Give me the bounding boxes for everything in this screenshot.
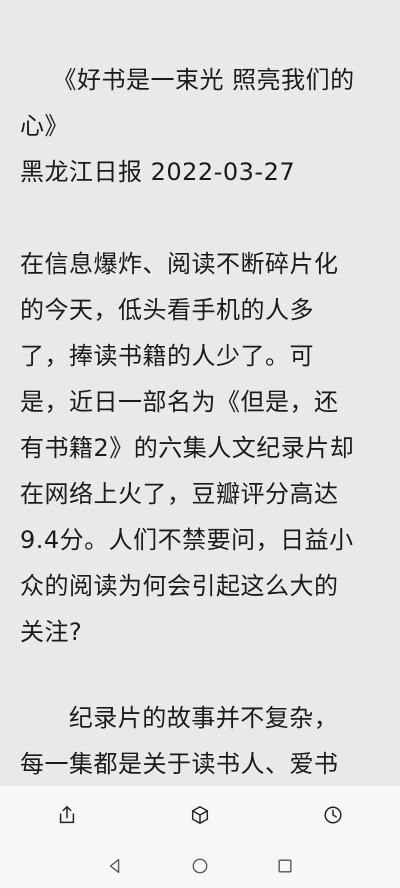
nav-recents-button[interactable] xyxy=(273,854,297,878)
article-text-line: 关注? xyxy=(20,618,83,646)
article-title-line-2: 心》 xyxy=(20,112,69,140)
system-navigation-bar xyxy=(0,844,400,888)
share-button[interactable] xyxy=(53,801,81,829)
article-text-line: 了，捧读书籍的人少了。可 xyxy=(20,342,314,370)
share-icon xyxy=(59,806,75,824)
article-text-line: 众的阅读为何会引起这么大的 xyxy=(20,572,339,600)
cube-icon xyxy=(191,806,209,824)
article-source: 黑龙江日报 2022-03-27 xyxy=(20,158,296,186)
recents-icon xyxy=(278,859,292,873)
history-button[interactable] xyxy=(319,801,347,829)
article-text-line: 每一集都是关于读书人、爱书 xyxy=(20,750,339,778)
bottom-toolbar xyxy=(0,786,400,844)
article-text-line: 是，近日一部名为《但是，还 xyxy=(20,388,339,416)
article-text-line: 纪录片的故事并不复杂， xyxy=(20,704,339,732)
article-text-line: 在信息爆炸、阅读不断碎片化 xyxy=(20,250,339,278)
article-text-line: 的今天，低头看手机的人多 xyxy=(20,296,314,324)
cube-button[interactable] xyxy=(186,801,214,829)
clock-icon xyxy=(324,806,342,824)
article-text-line: 在网络上火了，豆瓣评分高达 xyxy=(20,480,339,508)
article-title-line-1: 《好书是一束光 照亮我们的 xyxy=(20,66,355,94)
article-text-line: 9.4分。人们不禁要问，日益小 xyxy=(20,526,354,554)
article-reader[interactable]: 《好书是一束光 照亮我们的 心》 黑龙江日报 2022-03-27 在信息爆炸、… xyxy=(0,0,400,786)
home-icon xyxy=(192,858,208,874)
nav-back-button[interactable] xyxy=(103,854,127,878)
nav-home-button[interactable] xyxy=(188,854,212,878)
article-text-line: 有书籍2》的六集人文纪录片却 xyxy=(20,434,355,462)
back-icon xyxy=(109,859,120,873)
